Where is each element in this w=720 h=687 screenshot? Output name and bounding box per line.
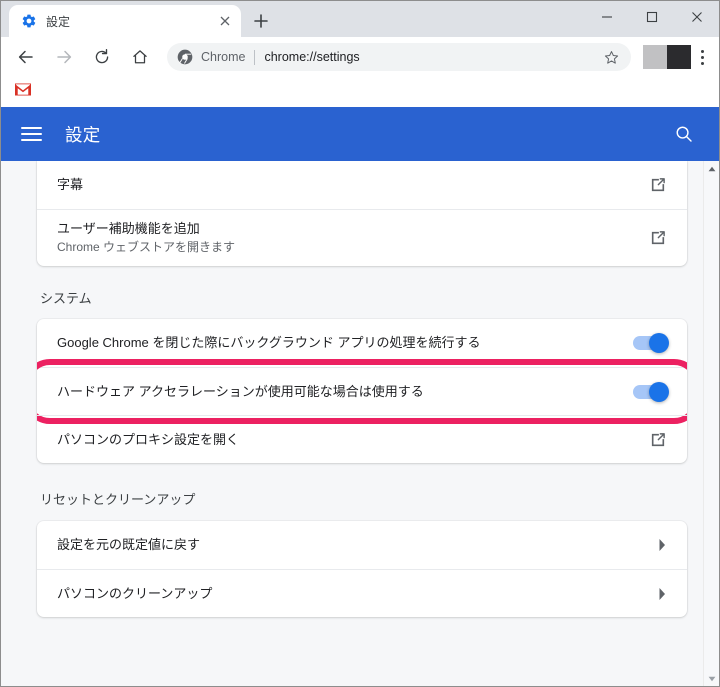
settings-cards-column: 字幕 ユーザー補助機能を追加 Chrome ウェブストアを開きます システム G… (37, 161, 687, 617)
minimize-button[interactable] (584, 1, 629, 33)
system-card: Google Chrome を閉じた際にバックグラウンド アプリの処理を続行する… (37, 319, 687, 463)
section-title-reset: リセットとクリーンアップ (40, 492, 196, 507)
bookmark-item[interactable] (11, 81, 35, 103)
tab-settings[interactable]: 設定 (9, 5, 241, 37)
toggle-hardware-acceleration[interactable] (633, 381, 669, 402)
row-text: Google Chrome を閉じた際にバックグラウンド アプリの処理を続行する (57, 324, 619, 362)
home-icon[interactable] (125, 42, 155, 72)
vertical-scrollbar[interactable] (703, 161, 719, 686)
new-tab-button[interactable] (247, 7, 275, 35)
omnibox-url[interactable]: chrome://settings (264, 50, 599, 64)
chrome-menu-icon[interactable] (691, 43, 713, 71)
avatar-right-half (667, 45, 691, 69)
forward-icon[interactable] (49, 42, 79, 72)
row-text: ハードウェア アクセラレーションが使用可能な場合は使用する (57, 373, 619, 411)
reset-card: 設定を元の既定値に戻す パソコンのクリーンアップ (37, 521, 687, 617)
avatar-left-half (643, 45, 667, 69)
maximize-button[interactable] (629, 1, 674, 33)
toggle-background-apps[interactable] (633, 333, 669, 353)
settings-scroll-area: 字幕 ユーザー補助機能を追加 Chrome ウェブストアを開きます システム G… (1, 161, 703, 686)
toggle-switch-on[interactable] (633, 381, 669, 402)
gmail-icon (15, 83, 31, 101)
omnibox-chip-label: Chrome (201, 50, 246, 64)
toggle-switch-on[interactable] (633, 333, 669, 353)
avatar[interactable] (643, 45, 691, 69)
external-link-icon[interactable] (649, 176, 667, 194)
row-title: パソコンのプロキシ設定を開く (57, 431, 240, 447)
bookmark-star-icon[interactable] (599, 45, 623, 69)
row-text: ユーザー補助機能を追加 Chrome ウェブストアを開きます (57, 210, 635, 266)
row-proxy-settings[interactable]: パソコンのプロキシ設定を開く (37, 415, 687, 463)
row-text: パソコンのプロキシ設定を開く (57, 421, 635, 459)
section-title-system: システム (40, 291, 92, 306)
omnibox-divider (254, 49, 256, 65)
tab-title: 設定 (46, 14, 71, 29)
settings-header: 設定 (1, 107, 719, 161)
row-title: 設定を元の既定値に戻す (57, 537, 201, 552)
scroll-up-button[interactable] (704, 161, 719, 176)
close-icon[interactable] (217, 13, 233, 29)
address-bar[interactable]: Chrome chrome://settings (167, 43, 631, 71)
row-title: 字幕 (57, 177, 84, 192)
row-captions[interactable]: 字幕 (37, 161, 687, 209)
close-button[interactable] (674, 1, 719, 33)
row-title: ユーザー補助機能を追加 (57, 221, 200, 236)
external-link-icon[interactable] (649, 431, 667, 449)
row-text: 設定を元の既定値に戻す (57, 526, 643, 564)
row-add-accessibility-features[interactable]: ユーザー補助機能を追加 Chrome ウェブストアを開きます (37, 209, 687, 266)
settings-content: 字幕 ユーザー補助機能を追加 Chrome ウェブストアを開きます システム G… (1, 161, 719, 686)
back-icon[interactable] (11, 42, 41, 72)
tab-strip: 設定 (1, 1, 719, 37)
hamburger-icon[interactable] (21, 123, 43, 145)
row-title: ハードウェア アクセラレーションが使用可能な場合は使用する (57, 383, 424, 399)
browser-window: 設定 Chrome chrome://settings 設定 字幕 ユーザー補助… (0, 0, 720, 687)
row-text: パソコンのクリーンアップ (57, 575, 643, 613)
search-icon[interactable] (671, 121, 697, 147)
row-title: Google Chrome を閉じた際にバックグラウンド アプリの処理を続行する (57, 335, 481, 350)
toggle-knob (649, 381, 669, 402)
page-title: 設定 (65, 124, 101, 145)
bookmarks-bar (1, 77, 719, 107)
chevron-right-icon[interactable] (657, 587, 667, 601)
row-title: パソコンのクリーンアップ (57, 585, 213, 601)
gear-icon (21, 13, 37, 29)
row-background-apps[interactable]: Google Chrome を閉じた際にバックグラウンド アプリの処理を続行する (37, 319, 687, 367)
external-link-icon[interactable] (649, 229, 667, 247)
row-hardware-acceleration[interactable]: ハードウェア アクセラレーションが使用可能な場合は使用する (37, 359, 687, 424)
reload-icon[interactable] (87, 42, 117, 72)
row-subtitle: Chrome ウェブストアを開きます (57, 240, 236, 254)
chrome-logo-icon (177, 49, 193, 65)
window-controls (584, 1, 719, 33)
accessibility-card: 字幕 ユーザー補助機能を追加 Chrome ウェブストアを開きます (37, 161, 687, 266)
row-text: 字幕 (57, 166, 635, 204)
scroll-down-button[interactable] (704, 671, 719, 686)
toggle-knob (649, 333, 669, 353)
row-clean-up-computer[interactable]: パソコンのクリーンアップ (37, 569, 687, 617)
browser-toolbar: Chrome chrome://settings (1, 37, 719, 77)
chevron-right-icon[interactable] (657, 538, 667, 552)
row-restore-defaults[interactable]: 設定を元の既定値に戻す (37, 521, 687, 569)
